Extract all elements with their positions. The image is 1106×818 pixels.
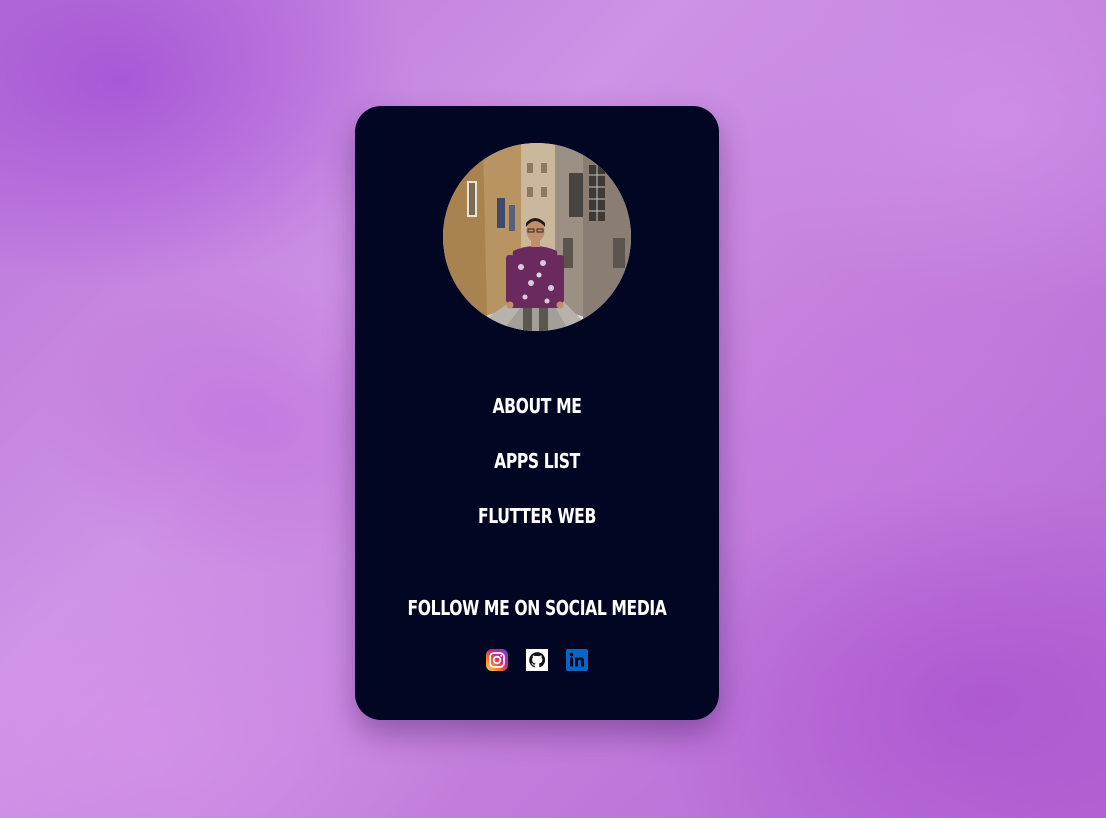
profile-card: ABOUT ME APPS LIST FLUTTER WEB FOLLOW ME…	[355, 106, 719, 720]
instagram-icon[interactable]	[485, 648, 509, 672]
social-icons-row	[355, 648, 719, 672]
profile-avatar	[443, 143, 631, 331]
social-media-heading: FOLLOW ME ON SOCIAL MEDIA	[407, 596, 667, 620]
github-icon[interactable]	[525, 648, 549, 672]
linkedin-icon[interactable]	[565, 648, 589, 672]
menu-link-flutter-web[interactable]: FLUTTER WEB	[395, 503, 679, 529]
profile-photo	[443, 143, 631, 331]
menu-link-about-me[interactable]: ABOUT ME	[395, 393, 679, 419]
menu-link-apps-list[interactable]: APPS LIST	[395, 448, 679, 474]
